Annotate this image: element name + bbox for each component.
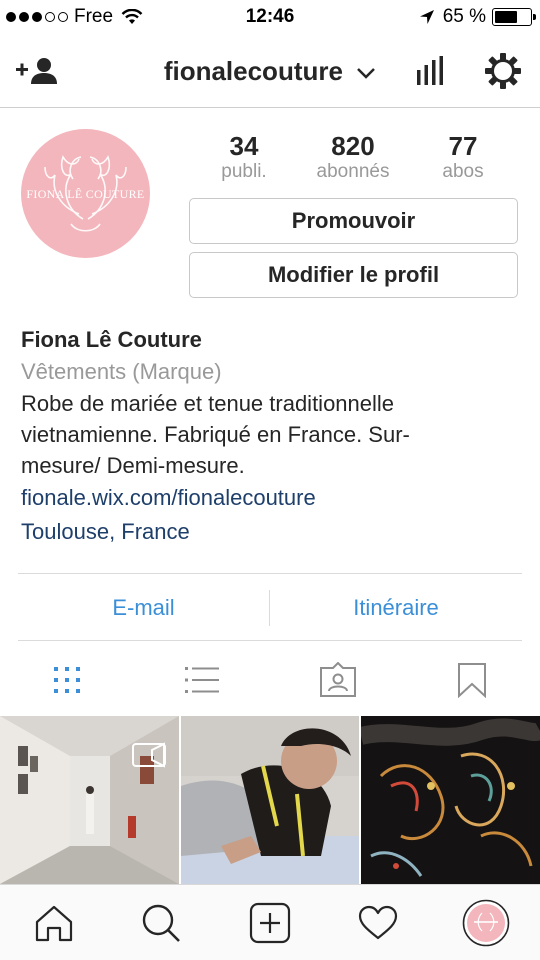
settings-button[interactable] [484,52,522,95]
bottom-tab-bar [0,884,540,960]
battery-fill [495,11,518,23]
bio-name: Fiona Lê Couture [21,327,202,352]
saved-icon [458,663,486,698]
home-icon [35,905,73,942]
corridor-photo [0,716,179,884]
photo-thumbnail[interactable] [0,716,179,884]
battery-percent: 65 % [442,6,486,27]
bio-line: Robe de mariée et tenue traditionnelle [21,391,395,416]
stats-icon [417,56,443,85]
edit-profile-button[interactable]: Modifier le profil [189,252,518,298]
divider [18,640,522,641]
location-arrow-icon [419,10,434,24]
stat-value: 34 [229,131,259,161]
bio-line: mesure/ Demi-mesure. [21,453,245,478]
grid-icon [54,667,80,693]
search-tab[interactable] [139,901,183,945]
location-link[interactable]: Toulouse, France [21,515,521,549]
stat-value: 820 [331,131,375,161]
embroidery-photo [361,716,540,884]
stat-label: publi. [221,161,267,182]
following-count[interactable]: 77 abos [413,131,513,183]
tagged-view-tab[interactable] [318,660,358,700]
username-switcher[interactable]: fionalecouture [0,56,540,87]
bio-category: Vêtements (Marque) [21,359,222,384]
username-title: fionalecouture [163,56,343,86]
list-icon [185,667,219,693]
photo-thumbnail[interactable] [361,716,540,884]
followers-count[interactable]: 820 abonnés [303,131,403,183]
avatar-brand-text: FIONA LÊ COUTURE [26,187,145,201]
new-post-tab[interactable] [248,901,292,945]
status-right: 65 % [419,6,536,28]
search-icon [142,904,180,942]
promote-button[interactable]: Promouvoir [189,198,518,244]
bio-section: Fiona Lê Couture Vêtements (Marque) Robe… [21,324,521,549]
activity-heart-icon [358,905,398,940]
tagged-icon [320,662,356,697]
photo-thumbnail[interactable] [181,716,359,884]
nav-bar: fionalecouture [0,36,540,108]
website-link[interactable]: fionale.wix.com/fionalecouture [21,481,521,515]
profile-tab[interactable] [462,899,510,947]
seamstress-photo [181,716,359,884]
profile-avatar-icon [462,899,510,947]
posts-count[interactable]: 34 publi. [194,131,294,183]
divider [18,573,522,574]
home-tab[interactable] [32,901,76,945]
stat-label: abonnés [316,161,390,182]
insights-button[interactable] [414,56,446,91]
saved-view-tab[interactable] [452,660,492,700]
list-view-tab[interactable] [182,660,222,700]
stat-value: 77 [448,131,478,161]
email-button[interactable]: E-mail [18,575,269,640]
profile-avatar[interactable]: FIONA LÊ COUTURE [21,129,150,258]
directions-button[interactable]: Itinéraire [270,575,522,640]
grid-view-tab[interactable] [47,660,87,700]
settings-gear-icon [485,53,521,89]
new-post-icon [249,902,291,944]
chevron-down-icon [357,68,376,79]
status-bar: Free 12:46 65 % [0,0,540,36]
activity-tab[interactable] [356,901,400,945]
battery-icon [492,8,536,26]
bio-line: vietnamienne. Fabriqué en France. Sur- [21,422,410,447]
stat-label: abos [442,161,484,182]
